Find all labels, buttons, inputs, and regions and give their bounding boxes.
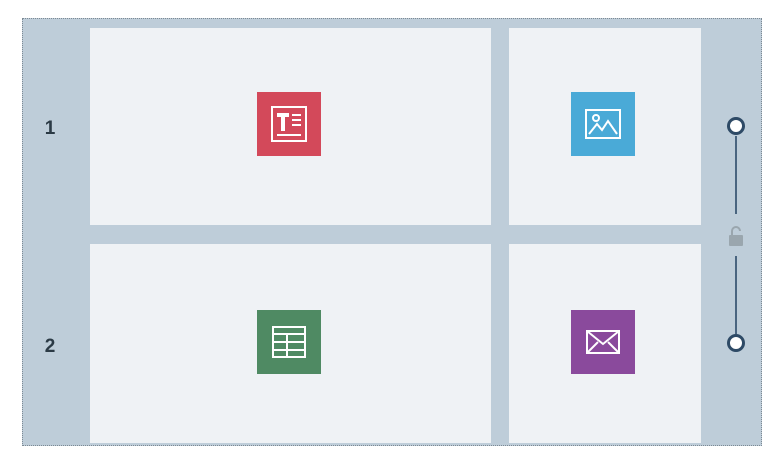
cell-email[interactable] — [509, 244, 701, 443]
cell-image[interactable] — [509, 28, 701, 225]
image-icon[interactable] — [571, 92, 635, 156]
row-resize-handle-bottom[interactable] — [727, 334, 745, 352]
table-icon[interactable] — [257, 310, 321, 374]
email-icon[interactable] — [571, 310, 635, 374]
row-label-2: 2 — [44, 336, 56, 357]
cell-text[interactable] — [90, 28, 491, 225]
text-icon[interactable] — [257, 92, 321, 156]
resize-rail-top — [735, 136, 737, 214]
cell-table[interactable] — [90, 244, 491, 443]
resize-rail-bottom — [735, 256, 737, 334]
unlock-icon[interactable] — [726, 224, 746, 253]
row-resize-handle-top[interactable] — [727, 117, 745, 135]
row-label-1: 1 — [44, 118, 56, 139]
